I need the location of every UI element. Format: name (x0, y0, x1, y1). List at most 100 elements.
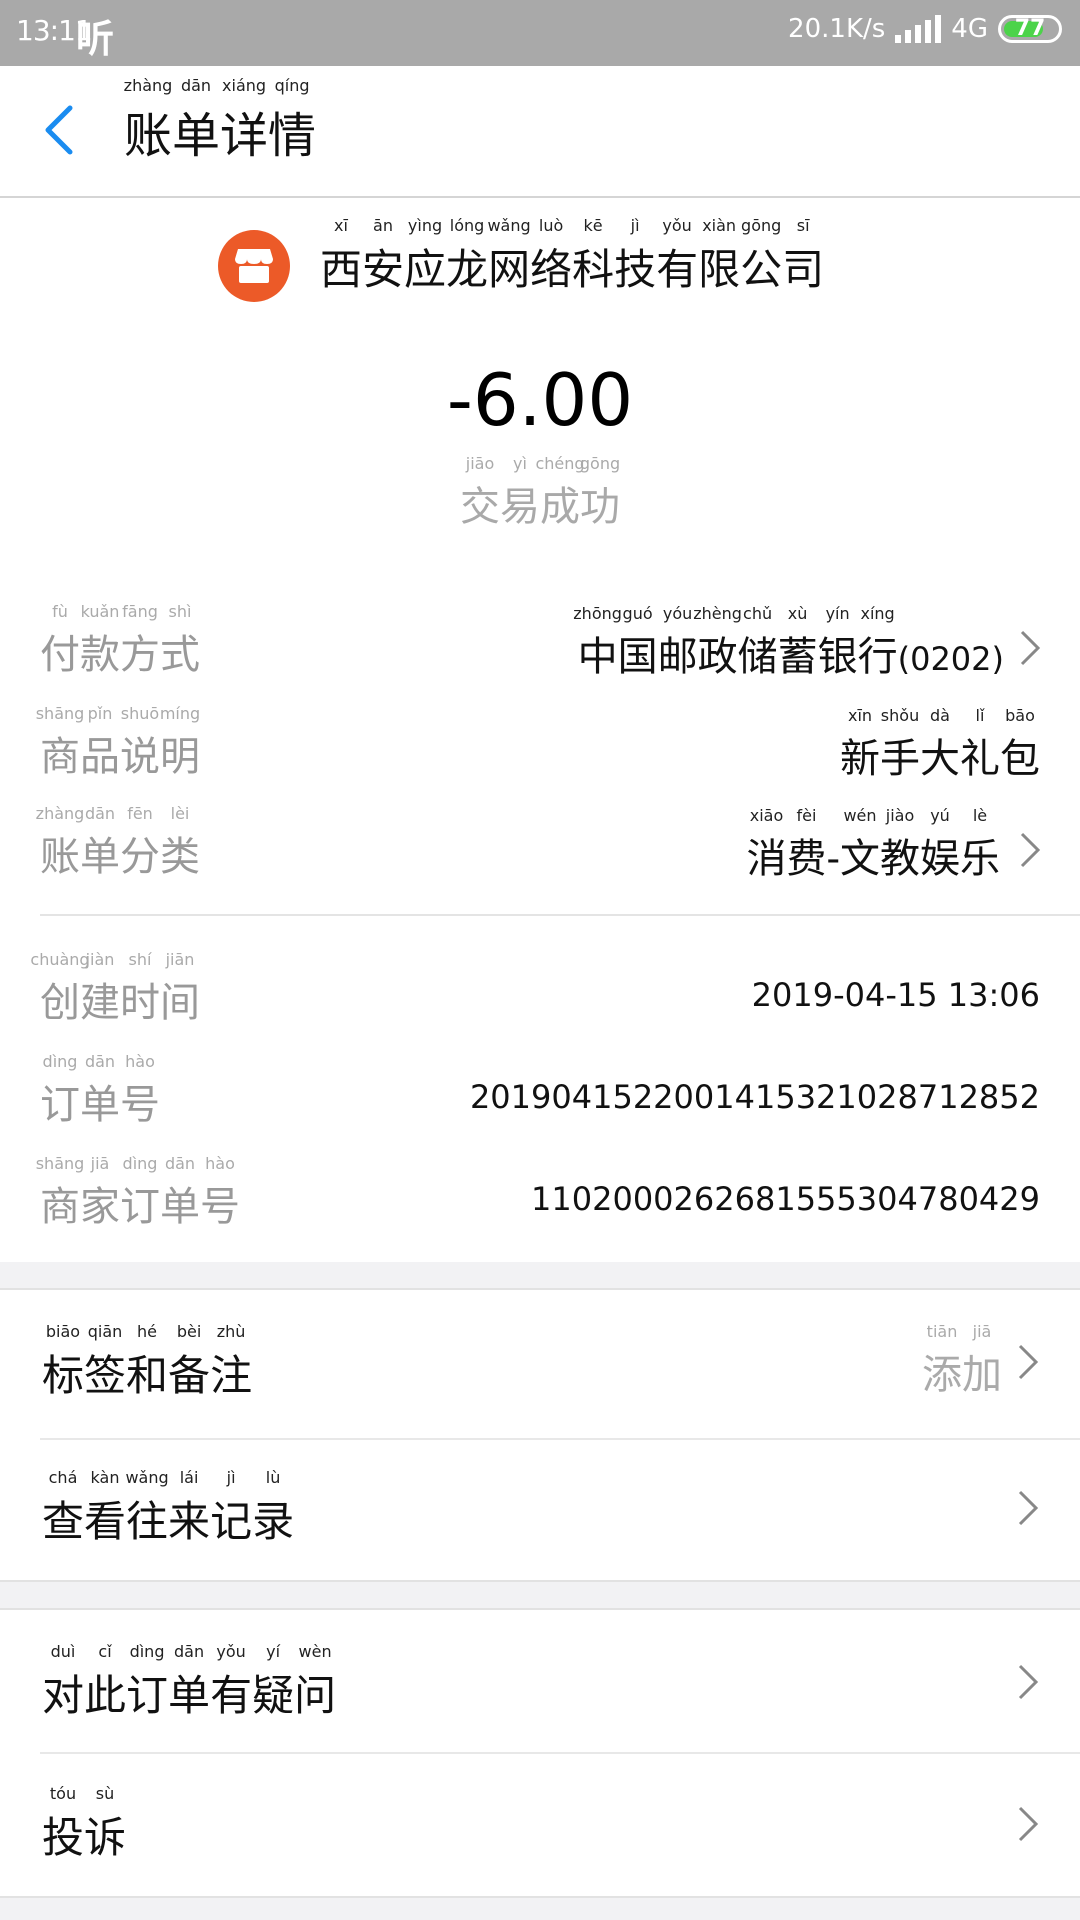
hanzi: 公 (740, 244, 783, 294)
listen-app-icon: 听 (76, 17, 115, 61)
pinyin: jiāo (465, 454, 495, 473)
hanzi: 号 (120, 1082, 160, 1128)
pinyin: duì (50, 1642, 76, 1661)
pinyin: dìng (42, 1052, 78, 1071)
char-with-pinyin: gōng 功 (580, 454, 620, 532)
pinyin: luò (538, 215, 564, 235)
hanzi: 司 (782, 244, 825, 294)
char-with-pinyin: xīn 新 (840, 706, 880, 784)
hanzi: 说 (120, 734, 160, 780)
view-history-row[interactable]: chá 查 kàn 看 wǎng 往 lái 来 jì 记 lù 录 (0, 1436, 1080, 1580)
hanzi: 式 (160, 632, 200, 678)
hanzi: 分 (120, 834, 160, 880)
pinyin: xiāo (749, 806, 784, 825)
char-with-pinyin: jiàn 建 (80, 950, 120, 1028)
hanzi: 看 (84, 1497, 127, 1546)
pinyin: lèi (170, 804, 190, 823)
char-with-pinyin: wén 文 (840, 806, 880, 884)
char-with-pinyin: kē 科 (572, 216, 614, 297)
bank-name: zhōng 中 guó 国 yóu 邮 zhèng 政 chǔ 储 xù 蓄 yín 银 xíng 行 (573, 604, 897, 680)
pinyin: dān (173, 1642, 205, 1661)
hanzi: 政 (697, 634, 738, 680)
hanzi: 添 (922, 1352, 962, 1398)
hanzi: 此 (84, 1671, 127, 1720)
pinyin: shāng (35, 704, 85, 723)
pinyin: kuǎn (80, 602, 120, 621)
char-with-pinyin: yǒu 有 (210, 1642, 252, 1723)
hanzi: 订 (120, 1184, 160, 1230)
network-type: 4G (951, 14, 988, 44)
pinyin: shí (128, 950, 152, 969)
order-question-row[interactable]: duì 对 cǐ 此 dìng 订 dān 单 yǒu 有 yí 疑 wèn 问 (0, 1610, 1080, 1754)
pinyin: sī (796, 215, 810, 235)
char-with-pinyin: jiāo 交 (460, 454, 500, 532)
net-speed: 20.1K/s (788, 14, 886, 44)
pinyin: guó (622, 604, 653, 623)
pinyin: yǒu (662, 215, 692, 235)
pinyin: zhōng (573, 604, 622, 623)
char-with-pinyin: pǐn 品 (80, 704, 120, 782)
bill-category-row[interactable]: zhàng 账 dān 单 fēn 分 lèi 类 xiāo 消 fèi 费 - wén 文 jiào 教 yú… (36, 804, 1041, 884)
hanzi: 手 (880, 736, 920, 782)
pinyin: yìng (407, 215, 443, 235)
product-description-row: shāng 商 pǐn 品 shuō 说 míng 明 xīn 新 shǒu 手 dà 大 lǐ 礼 bāo 包 (36, 704, 1040, 784)
hanzi: 订 (126, 1671, 169, 1720)
payment-method-row[interactable]: fù 付 kuǎn 款 fāng 方 shì 式 zhōng 中 guó 国 yóu 邮 zhèng 政 ch… (40, 602, 1041, 682)
pinyin: xù (787, 604, 808, 623)
char-with-pinyin: dìng 订 (126, 1642, 169, 1723)
hanzi: 注 (210, 1351, 253, 1400)
pinyin: yú (930, 806, 950, 825)
hanzi: 问 (294, 1671, 337, 1720)
complaint-row[interactable]: tóu 投 sù 诉 (0, 1752, 1080, 1896)
char-with-pinyin: dān 单 (80, 804, 120, 882)
transaction-status: jiāo 交 yì 易 chéng 成 gōng 功 (0, 454, 1080, 532)
char-with-pinyin: lè 乐 (960, 806, 1000, 884)
char-with-pinyin: fāng 方 (120, 602, 160, 680)
pinyin: hé (137, 1322, 158, 1341)
hanzi: 储 (737, 634, 778, 680)
char-with-pinyin: gōng 公 (740, 216, 783, 297)
pinyin: sù (95, 1784, 115, 1803)
char-with-pinyin: lù 录 (252, 1468, 295, 1549)
hanzi: 付 (40, 632, 80, 678)
hanzi: 国 (617, 634, 658, 680)
char-with-pinyin: chéng 成 (535, 454, 584, 532)
view-history-label: chá 查 kàn 看 wǎng 往 lái 来 jì 记 lù 录 (42, 1468, 295, 1549)
pinyin: cǐ (98, 1642, 112, 1661)
char-with-pinyin: fù 付 (40, 602, 80, 680)
hanzi: 技 (614, 244, 657, 294)
pinyin: yí (266, 1642, 281, 1661)
hanzi: 情 (268, 108, 317, 164)
char-with-pinyin: tóu 投 (42, 1784, 85, 1865)
pinyin: jiā (90, 1154, 110, 1173)
char-with-pinyin: dà 大 (920, 706, 960, 784)
char-with-pinyin: hào 号 (120, 1052, 160, 1130)
hanzi: 费 (786, 836, 827, 882)
hanzi: 录 (252, 1497, 295, 1546)
tags-notes-row[interactable]: biāo 标 qiān 签 hé 和 bèi 备 zhù 注 tiān 添 jiā 加 (0, 1290, 1080, 1434)
hanzi: 投 (42, 1813, 85, 1862)
chevron-right-icon (1018, 1490, 1039, 1526)
pinyin: dān (180, 76, 212, 95)
hanzi: 中 (577, 634, 618, 680)
pinyin: lǐ (975, 706, 985, 725)
char-with-pinyin: dìng 订 (40, 1052, 80, 1130)
hanzi: 类 (160, 834, 200, 880)
char-with-pinyin: fèi 费 (786, 806, 827, 884)
pinyin: jì (630, 215, 640, 235)
char-with-pinyin: shāng 商 (36, 1154, 85, 1232)
page-title: zhàng 账 dān 单 xiáng 详 qíng 情 (124, 76, 317, 166)
signal-icon (895, 15, 942, 43)
hanzi: 单 (172, 108, 221, 164)
back-arrow-icon[interactable] (40, 104, 80, 156)
order-question-label: duì 对 cǐ 此 dìng 订 dān 单 yǒu 有 yí 疑 wèn 问 (42, 1642, 337, 1723)
pinyin: chéng (535, 454, 585, 473)
merchant-order-number-row: shāng 商 jiā 家 dìng 订 dān 单 hào 号 1102000262681555… (36, 1154, 1040, 1234)
hanzi: 包 (1000, 736, 1040, 782)
hanzi: 功 (580, 484, 620, 530)
pinyin: fēn (127, 804, 153, 823)
hanzi: 方 (120, 632, 160, 678)
char-with-pinyin: chuàng 创 (30, 950, 89, 1028)
product-description-value: xīn 新 shǒu 手 dà 大 lǐ 礼 bāo 包 (840, 706, 1040, 784)
pinyin: dà (930, 706, 950, 725)
